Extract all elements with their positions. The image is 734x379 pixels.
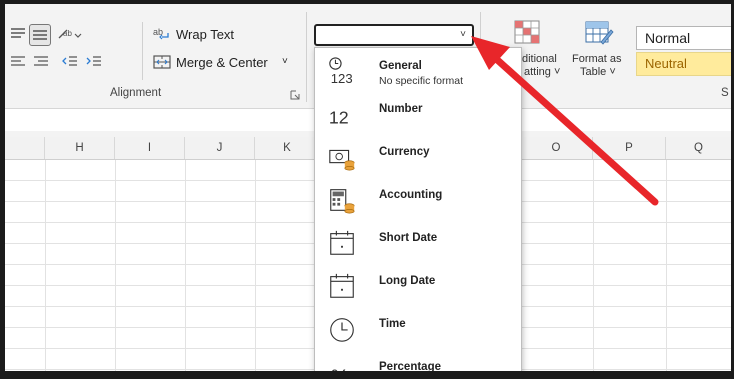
general-glyph: 123 bbox=[331, 71, 353, 86]
conditional-formatting-icon[interactable] bbox=[514, 20, 540, 44]
number-format-dropdown-arrow-icon[interactable]: ˅ bbox=[456, 27, 470, 43]
general-123-icon: 123 bbox=[329, 57, 353, 86]
format-as-table-label-1[interactable]: Format as bbox=[572, 53, 622, 66]
menu-item-time[interactable]: Time bbox=[315, 310, 521, 353]
menu-item-title: Time bbox=[379, 318, 406, 330]
percentage-icon: % bbox=[331, 365, 349, 371]
grid-line bbox=[115, 160, 116, 371]
align-top-icon[interactable] bbox=[9, 26, 27, 42]
menu-item-title: Long Date bbox=[379, 275, 436, 287]
menu-item-long-date[interactable]: Long Date bbox=[315, 267, 521, 310]
number-12-icon: 12 bbox=[329, 107, 349, 127]
menu-item-title: Short Date bbox=[379, 232, 438, 244]
number-glyph: 12 bbox=[329, 107, 349, 127]
column-header-o[interactable]: O bbox=[520, 137, 593, 159]
menu-item-percentage[interactable]: % Percentage bbox=[315, 353, 521, 371]
conditional-formatting-label-2[interactable]: atting ˅ bbox=[524, 66, 560, 79]
svg-text:ab: ab bbox=[63, 29, 72, 38]
menu-item-title: Number bbox=[379, 103, 423, 115]
column-header-q[interactable]: Q bbox=[666, 137, 731, 159]
percentage-glyph: % bbox=[331, 365, 349, 371]
grid-line bbox=[255, 160, 256, 371]
wrap-text-icon: ab bbox=[153, 27, 169, 40]
column-header-k[interactable]: K bbox=[255, 137, 320, 159]
menu-item-short-date[interactable]: Short Date bbox=[315, 224, 521, 267]
merge-center-icon bbox=[153, 55, 171, 69]
row-header-corner[interactable] bbox=[5, 137, 45, 159]
number-format-combo[interactable]: ˅ bbox=[314, 24, 474, 46]
cell-style-normal[interactable]: Normal bbox=[636, 26, 731, 50]
column-header-h[interactable]: H bbox=[45, 137, 115, 159]
excel-window: ab ab Wrap Text Merge & Center ˅ Alignme… bbox=[5, 4, 731, 371]
menu-item-title: Currency bbox=[379, 146, 430, 158]
align-left-icon[interactable] bbox=[9, 54, 27, 70]
grid-line bbox=[185, 160, 186, 371]
align-middle-icon bbox=[33, 30, 47, 40]
alignment-group-label: Alignment bbox=[110, 87, 162, 99]
menu-item-currency[interactable]: Currency bbox=[315, 138, 521, 181]
menu-item-accounting[interactable]: Accounting bbox=[315, 181, 521, 224]
currency-icon bbox=[329, 149, 355, 171]
align-middle-button[interactable] bbox=[29, 24, 51, 46]
column-header-i[interactable]: I bbox=[115, 137, 185, 159]
decrease-indent-icon[interactable] bbox=[61, 54, 79, 70]
separator bbox=[142, 22, 143, 80]
menu-item-number[interactable]: 12 Number bbox=[315, 95, 521, 138]
wrap-text-button[interactable]: Wrap Text bbox=[176, 27, 234, 42]
styles-group-label: S bbox=[721, 87, 729, 99]
orientation-icon[interactable]: ab bbox=[57, 26, 83, 42]
format-as-table-label-2[interactable]: Table ˅ bbox=[580, 66, 616, 79]
menu-item-subtitle: No specific format bbox=[379, 75, 464, 87]
long-date-icon bbox=[330, 273, 354, 298]
short-date-icon bbox=[330, 230, 354, 255]
column-header-j[interactable]: J bbox=[185, 137, 255, 159]
menu-item-title: Percentage bbox=[379, 361, 442, 371]
align-right-icon[interactable] bbox=[32, 54, 50, 70]
menu-item-title: Accounting bbox=[379, 189, 443, 201]
conditional-formatting-label-1[interactable]: ditional bbox=[522, 53, 557, 66]
grid-line bbox=[666, 160, 667, 371]
alignment-dialog-launcher-icon[interactable] bbox=[290, 90, 300, 100]
menu-item-title: General bbox=[379, 60, 422, 72]
time-clock-icon bbox=[330, 318, 354, 342]
grid-line bbox=[593, 160, 594, 371]
increase-indent-icon[interactable] bbox=[85, 54, 103, 70]
grid-line bbox=[45, 160, 46, 371]
separator bbox=[306, 12, 307, 102]
menu-item-general[interactable]: 123 General No specific format bbox=[315, 52, 521, 95]
number-format-menu: 123 General No specific format 12 Number… bbox=[314, 47, 522, 371]
column-header-p[interactable]: P bbox=[593, 137, 666, 159]
merge-center-dropdown-icon[interactable]: ˅ bbox=[282, 56, 288, 67]
accounting-icon bbox=[330, 189, 355, 214]
cell-style-neutral[interactable]: Neutral bbox=[636, 52, 731, 76]
merge-center-button[interactable]: Merge & Center bbox=[176, 55, 268, 70]
format-as-table-icon[interactable] bbox=[585, 20, 615, 46]
